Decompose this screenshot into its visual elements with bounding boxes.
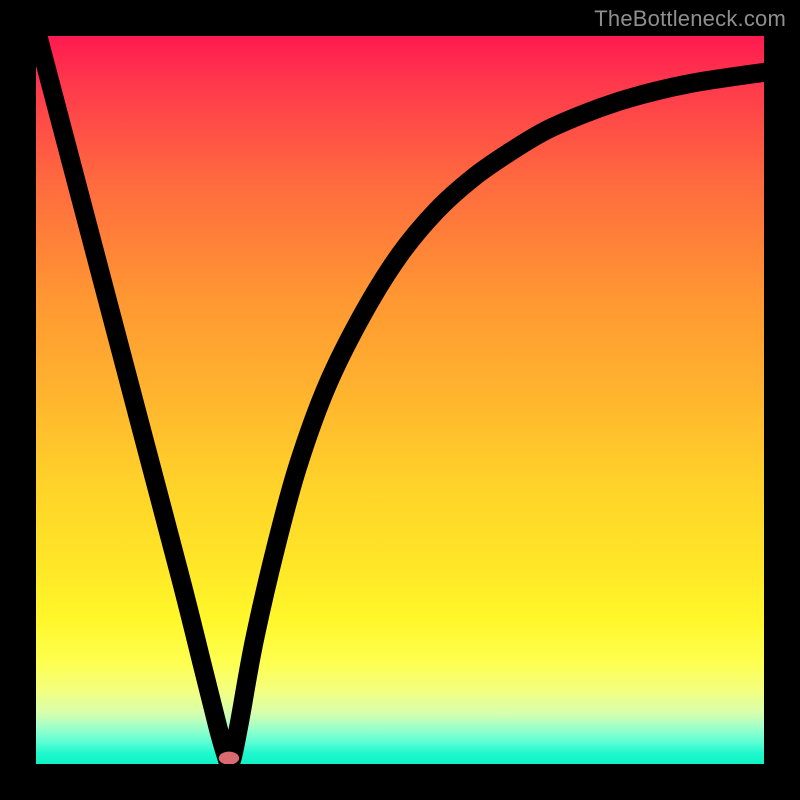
- bottleneck-curve: [36, 36, 764, 763]
- chart-frame: TheBottleneck.com: [0, 0, 800, 800]
- chart-plot-area: [36, 36, 764, 764]
- watermark-text: TheBottleneck.com: [594, 6, 786, 32]
- chart-svg: [36, 36, 764, 764]
